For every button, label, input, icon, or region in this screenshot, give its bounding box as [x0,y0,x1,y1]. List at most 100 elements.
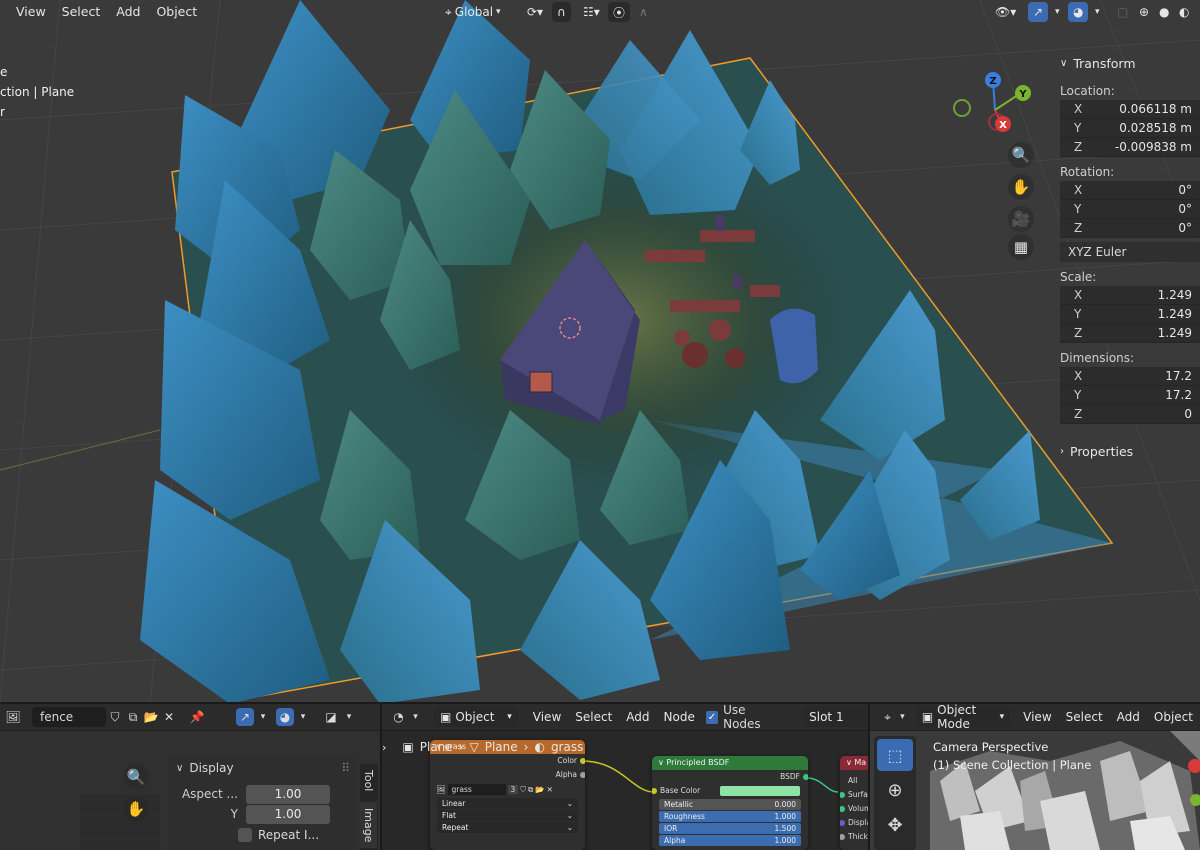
interpolation-dropdown[interactable]: Linear ⌄ [437,798,578,809]
chevron-right-icon[interactable]: › [382,741,386,754]
projection-dropdown[interactable]: Flat ⌄ [437,810,578,821]
chevron-down-icon[interactable]: ▾ [340,708,358,726]
displacement-socket[interactable] [840,820,845,826]
gizmo-x-dot[interactable] [1188,759,1200,773]
location-y-field[interactable]: Y 0.028518 m [1060,119,1200,138]
gizmo-toggle[interactable]: ↗ [1028,2,1049,22]
open-folder-icon[interactable]: 📂 [142,708,160,726]
proportional-edit-toggle[interactable]: ⦿ [608,2,631,22]
gizmo-toggle-icon[interactable]: ↗ [236,708,254,726]
base-color-swatch[interactable] [720,786,800,796]
image-pan-button[interactable]: ✋ [123,796,149,822]
chevron-down-icon[interactable]: ▾ [895,708,910,726]
shading-solid[interactable]: ● [1154,2,1174,22]
material-output-node[interactable]: ∨ Ma All Surfac Volum Displa Thickn [840,756,868,850]
tab-image[interactable]: Image [360,802,377,849]
users-count[interactable]: 3 [507,785,519,794]
mode-dropdown[interactable]: ▣ Object Mode ▾ [915,704,1011,731]
image-icon[interactable]: 🖼 [436,785,446,794]
duplicate-icon[interactable]: ⧉ [124,708,142,726]
chevron-down-icon[interactable]: ▾ [294,708,312,726]
image-texture-node[interactable]: ∨ grass Color Alpha 🖼 grass 3 ⛉ ⧉ 📂 ✕ Li… [430,740,585,850]
rotation-z-field[interactable]: Z 0° [1060,219,1200,238]
breadcrumb-mesh[interactable]: Plane [485,740,518,754]
menu-object[interactable]: Object [1147,710,1200,724]
image-datablock-field[interactable]: grass [447,784,506,795]
shading-wireframe[interactable]: ⊕ [1134,2,1154,22]
aspect-y-field[interactable]: 1.00 [246,804,330,824]
ior-field[interactable]: IOR 1.500 [659,823,801,834]
fake-user-shield-icon[interactable]: ⛉ [106,708,124,726]
camera-view-button[interactable]: 🎥 [1008,206,1034,232]
overlays-dropdown[interactable]: ▾ [1090,2,1105,22]
bsdf-output-socket[interactable] [803,774,808,780]
output-node-header[interactable]: ∨ Ma [840,756,868,770]
shader-node-editor[interactable]: ◔ ▾ ▣ Object ▾ View Select Add Node ✓ Us… [382,704,868,850]
menu-add[interactable]: Add [1110,710,1147,724]
menu-object[interactable]: Object [148,1,205,23]
camera-viewport[interactable]: ⌖ ▾ ▣ Object Mode ▾ View Select Add Obje… [870,704,1200,850]
chevron-down-icon[interactable]: ▾ [254,708,272,726]
image-name-field[interactable]: fence [32,707,106,727]
image-zoom-button[interactable]: 🔍 [123,764,149,790]
extension-dropdown[interactable]: Repeat ⌄ [437,822,578,833]
menu-view[interactable]: View [8,1,54,23]
navigation-gizmo[interactable]: Z Y X [945,65,1035,140]
overlays-icon[interactable]: ◕ [276,708,294,726]
base-color-socket[interactable] [652,788,657,794]
menu-add[interactable]: Add [108,1,148,23]
menu-select[interactable]: Select [1059,710,1110,724]
perspective-toggle-button[interactable]: ▦ [1008,234,1034,260]
visibility-dropdown[interactable]: 👁▾ [990,2,1021,22]
overlays-toggle[interactable]: ◕ [1068,2,1089,22]
gizmo-y-dot[interactable] [1190,794,1200,806]
gizmo-dropdown[interactable]: ▾ [1050,2,1065,22]
output-target-dropdown[interactable]: All [840,774,868,788]
scale-x-field[interactable]: X 1.249 [1060,286,1200,305]
rotation-y-field[interactable]: Y 0° [1060,200,1200,219]
checkbox-box[interactable] [238,828,252,842]
aspect-x-field[interactable]: 1.00 [246,784,330,804]
dimensions-x-field[interactable]: X 17.2 [1060,367,1200,386]
dimensions-y-field[interactable]: Y 17.2 [1060,386,1200,405]
metallic-field[interactable]: Metallic 0.000 [659,799,801,810]
alpha-output-socket[interactable] [580,772,585,778]
principled-bsdf-node[interactable]: ∨ Principled BSDF BSDF Base Color Metall… [652,756,808,850]
breadcrumb-object[interactable]: Plane [420,740,453,754]
zoom-button[interactable]: 🔍 [1008,142,1034,168]
fake-user-shield-icon[interactable]: ⛉ [520,785,526,795]
pivot-point-button[interactable]: ⟳▾ [522,2,548,22]
editor-type-image-icon[interactable]: 🖼 [4,708,22,726]
scale-y-field[interactable]: Y 1.249 [1060,305,1200,324]
menu-select[interactable]: Select [54,1,109,23]
alpha-field[interactable]: Alpha 1.000 [659,835,801,846]
location-z-field[interactable]: Z -0.009838 m [1060,138,1200,157]
display-panel-header[interactable]: ∨ Display ⠿ [168,756,358,780]
shading-material[interactable]: ◐ [1174,2,1194,22]
thickness-socket[interactable] [840,834,845,840]
breadcrumb-material[interactable]: grass [551,740,583,754]
editor-separator[interactable] [380,704,382,850]
transform-orientation-dropdown[interactable]: ⌖ Global ▾ [440,2,506,22]
snap-settings[interactable]: ☷▾ [578,2,605,22]
repeat-image-checkbox[interactable]: Repeat I... [168,824,358,846]
editor-type-3d-icon[interactable]: ⌖ [880,708,895,726]
falloff-dropdown[interactable]: ∧ [634,2,653,22]
surface-socket[interactable] [840,792,845,798]
pan-button[interactable]: ✋ [1008,174,1034,200]
properties-panel-header[interactable]: › Properties [1054,438,1200,464]
snap-toggle[interactable]: ∩ [552,2,571,22]
roughness-field[interactable]: Roughness 1.000 [659,811,801,822]
bsdf-node-header[interactable]: ∨ Principled BSDF [652,756,808,770]
xray-toggle[interactable]: ▢ [1112,2,1133,22]
rotation-x-field[interactable]: X 0° [1060,181,1200,200]
location-x-field[interactable]: X 0.066118 m [1060,100,1200,119]
close-icon[interactable]: ✕ [547,785,553,794]
transform-panel-header[interactable]: ∨ Transform [1054,50,1200,76]
pin-icon[interactable]: 📌 [188,708,206,726]
dimensions-z-field[interactable]: Z0 [1060,405,1200,424]
volume-socket[interactable] [840,806,845,812]
move-tool[interactable]: ✥ [877,809,913,841]
display-channels-icon[interactable]: ◪ [322,708,340,726]
select-box-tool[interactable]: ⬚ [877,739,913,771]
